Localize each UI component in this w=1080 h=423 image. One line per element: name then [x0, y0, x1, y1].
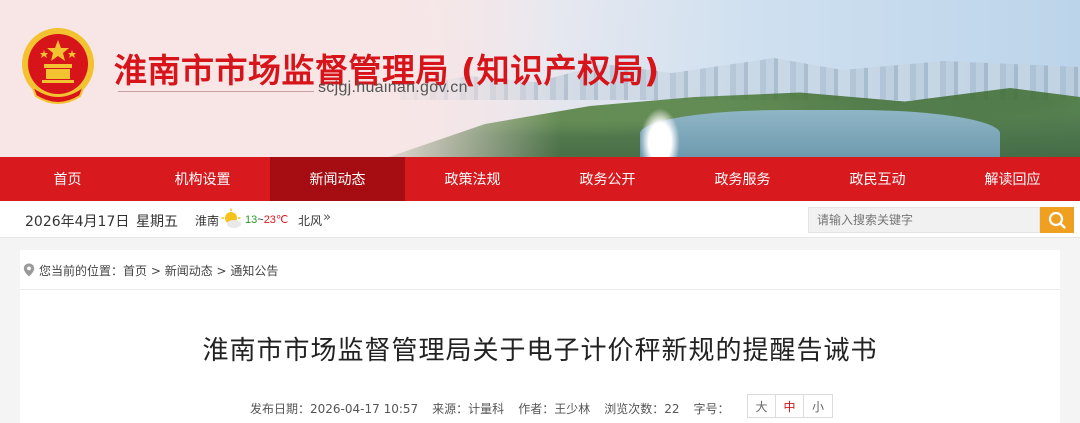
- meta-views-label: 浏览次数：: [604, 402, 665, 416]
- breadcrumb: 您当前的位置：首页 > 新闻动态 > 通知公告: [20, 250, 1060, 290]
- breadcrumb-item-notices[interactable]: 通知公告: [230, 264, 278, 278]
- site-url: scjgj.huainan.gov.cn: [318, 79, 468, 96]
- sun-cloud-icon: [221, 208, 241, 228]
- weather-city: 淮南: [195, 214, 220, 228]
- breadcrumb-prefix: 您当前的位置：: [39, 264, 124, 278]
- location-pin-icon: [23, 263, 35, 277]
- meta-fontsize-label: 字号：: [693, 402, 730, 416]
- breadcrumb-separator: >: [212, 264, 231, 278]
- search-icon: [1048, 211, 1066, 229]
- nav-item-home[interactable]: 首页: [0, 157, 135, 201]
- nav-item-services[interactable]: 政务服务: [675, 157, 810, 201]
- meta-author-value: 王少林: [554, 402, 591, 416]
- breadcrumb-item-home[interactable]: 首页: [123, 264, 147, 278]
- banner-lake: [640, 110, 1000, 157]
- article-container: 您当前的位置：首页 > 新闻动态 > 通知公告 淮南市市场监督管理局关于电子计价…: [20, 250, 1060, 423]
- weather-temperature: 13~23℃: [245, 213, 288, 226]
- meta-source: 来源：计量科: [432, 402, 504, 416]
- current-date: 2026年4月17日: [25, 214, 130, 230]
- main-nav: 首页 机构设置 新闻动态 政策法规 政务公开 政务服务 政民互动 解读回应: [0, 157, 1080, 201]
- breadcrumb-trail: 您当前的位置：首页 > 新闻动态 > 通知公告: [39, 262, 278, 279]
- national-emblem-icon: [22, 28, 94, 104]
- nav-item-organization[interactable]: 机构设置: [135, 157, 270, 201]
- font-size-small-button[interactable]: 小: [804, 395, 832, 417]
- weather-more-link[interactable]: »: [323, 210, 331, 225]
- search-button[interactable]: [1040, 207, 1074, 233]
- nav-item-government-affairs[interactable]: 政务公开: [540, 157, 675, 201]
- current-weekday: 星期五: [136, 214, 178, 230]
- article-meta: 发布日期：2026-04-17 10:57 来源：计量科 作者：王少林 浏览次数：22…: [250, 400, 730, 417]
- meta-author-label: 作者：: [518, 402, 555, 416]
- url-divider: [118, 91, 314, 92]
- font-size-medium-button[interactable]: 中: [776, 395, 804, 417]
- meta-date: 发布日期：2026-04-17 10:57: [250, 402, 418, 416]
- temp-low: 13: [245, 214, 258, 226]
- info-bar: 2026年4月17日 星期五 淮南 13~23℃ 北风 »: [0, 201, 1080, 238]
- nav-item-policies[interactable]: 政策法规: [405, 157, 540, 201]
- nav-item-news[interactable]: 新闻动态: [270, 157, 405, 201]
- meta-source-label: 来源：: [432, 402, 469, 416]
- meta-views: 浏览次数：22: [604, 402, 679, 416]
- weather-wind: 北风: [298, 214, 323, 228]
- meta-date-value: 2026-04-17 10:57: [310, 402, 419, 416]
- font-size-switcher: 大 中 小: [747, 394, 833, 418]
- temp-high: 23℃: [263, 214, 289, 226]
- banner-fountain: [640, 108, 680, 157]
- search-input[interactable]: [808, 207, 1040, 233]
- nav-item-interpretation[interactable]: 解读回应: [945, 157, 1080, 201]
- breadcrumb-item-news[interactable]: 新闻动态: [165, 264, 213, 278]
- nav-item-interaction[interactable]: 政民互动: [810, 157, 945, 201]
- breadcrumb-separator: >: [147, 264, 165, 278]
- meta-source-value: 计量科: [468, 402, 505, 416]
- meta-views-value: 22: [664, 402, 680, 416]
- site-banner: 淮南市市场监督管理局 (知识产权局) scjgj.huainan.gov.cn: [0, 0, 1080, 157]
- font-size-large-button[interactable]: 大: [748, 395, 776, 417]
- meta-author: 作者：王少林: [518, 402, 590, 416]
- article-title: 淮南市市场监督管理局关于电子计价秤新规的提醒告诫书: [202, 336, 878, 366]
- meta-date-label: 发布日期：: [250, 402, 311, 416]
